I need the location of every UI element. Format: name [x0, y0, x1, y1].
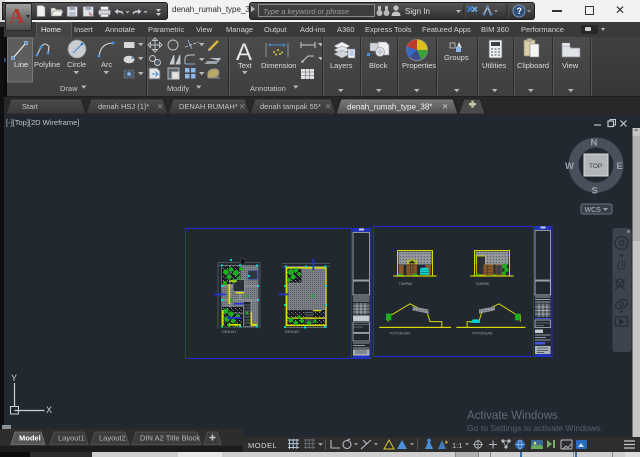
svg-text:DENAH: DENAH [285, 329, 299, 334]
svg-text:Block: Block [369, 61, 388, 70]
svg-text:TOP: TOP [589, 163, 602, 170]
svg-text:TAMPAK: TAMPAK [399, 282, 414, 286]
svg-text:Modify: Modify [167, 84, 189, 93]
svg-text:✕: ✕ [157, 102, 163, 111]
svg-text:Y: Y [11, 373, 17, 383]
svg-text:N: N [591, 138, 598, 149]
svg-text:Dimension: Dimension [261, 61, 296, 70]
svg-text:Layout2: Layout2 [99, 434, 126, 443]
svg-text:Utilities: Utilities [482, 61, 506, 70]
svg-text:Annotation: Annotation [250, 84, 286, 93]
svg-text:W: W [565, 161, 574, 172]
svg-text:S: S [592, 186, 598, 197]
svg-text:Layout1: Layout1 [58, 434, 85, 443]
svg-text:Model: Model [19, 434, 41, 443]
svg-text:1:1: 1:1 [452, 441, 462, 450]
svg-text:POTONGAN: POTONGAN [390, 332, 410, 336]
svg-text:Polyline: Polyline [34, 60, 60, 69]
svg-text:Text: Text [238, 61, 253, 70]
svg-text:Start: Start [22, 102, 39, 111]
svg-text:[-][Top][2D Wireframe]: [-][Top][2D Wireframe] [6, 118, 79, 127]
svg-text:Arc: Arc [101, 60, 113, 69]
svg-text:WCS: WCS [585, 207, 602, 214]
svg-text:Sign In: Sign In [405, 7, 430, 16]
svg-text:Layers: Layers [330, 61, 353, 70]
svg-text:Clipboard: Clipboard [517, 61, 549, 70]
svg-text:Go to Settings to activate Win: Go to Settings to activate Windows. [467, 423, 603, 433]
svg-text:DIN A2 Title Block: DIN A2 Title Block [140, 434, 200, 443]
svg-text:Draw: Draw [60, 84, 78, 93]
svg-text:✕: ✕ [442, 102, 448, 111]
svg-text:denah_rumah_type_38*: denah_rumah_type_38* [347, 103, 432, 112]
svg-text:?: ? [517, 6, 523, 16]
svg-text:DENAH: DENAH [222, 329, 236, 334]
svg-text:✕: ✕ [239, 102, 245, 111]
svg-text:denah HSJ (1)*: denah HSJ (1)* [98, 102, 149, 111]
svg-text:Activate Windows: Activate Windows [467, 410, 558, 422]
svg-text:View: View [562, 61, 579, 70]
svg-text:Properties: Properties [402, 61, 436, 70]
svg-text:✕: ✕ [325, 102, 331, 111]
svg-text:Groups: Groups [444, 53, 469, 62]
svg-text:POTONGAN: POTONGAN [472, 332, 492, 336]
svg-text:TAMPAK: TAMPAK [476, 282, 491, 286]
svg-text:E: E [617, 161, 623, 172]
svg-text:denah tampak 55*: denah tampak 55* [260, 102, 321, 111]
svg-text:MODEL: MODEL [248, 441, 277, 450]
svg-text:Line: Line [14, 60, 28, 69]
svg-text:Circle: Circle [67, 60, 86, 69]
svg-text:DENAH RUMAH*: DENAH RUMAH* [179, 102, 238, 111]
svg-text:X: X [46, 405, 52, 415]
